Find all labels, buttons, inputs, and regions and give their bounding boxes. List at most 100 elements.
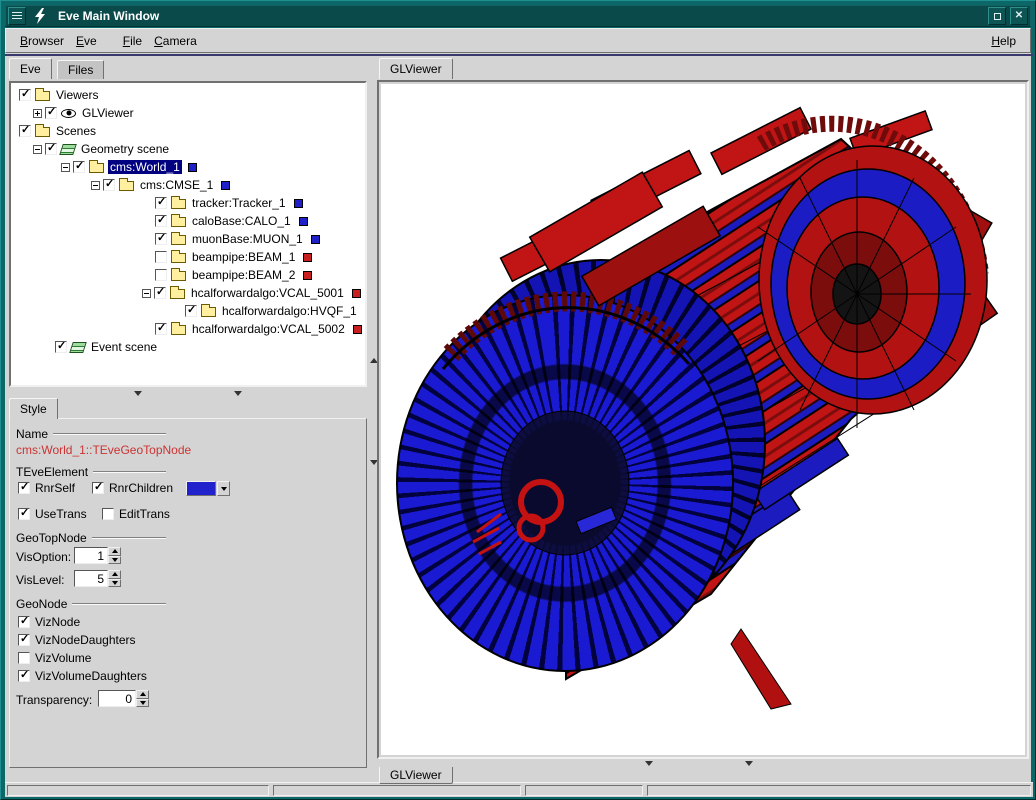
tree-label[interactable]: tracker:Tracker_1 xyxy=(190,196,288,210)
viznode-checkbox[interactable]: VizNode xyxy=(18,615,80,629)
tree-checkbox[interactable] xyxy=(45,107,57,119)
tree-label[interactable]: cms:World_1 xyxy=(108,160,182,174)
checkbox-icon[interactable] xyxy=(18,482,30,494)
tree-label[interactable]: beampipe:BEAM_1 xyxy=(190,250,297,264)
tab-files[interactable]: Files xyxy=(57,60,104,79)
vizvolumedaughters-checkbox[interactable]: VizVolumeDaughters xyxy=(18,669,147,683)
spin-down-button[interactable] xyxy=(136,699,149,708)
tab-glviewer[interactable]: GLViewer xyxy=(379,58,453,79)
vislevel-field[interactable]: 5 xyxy=(74,570,108,587)
checkbox-icon[interactable] xyxy=(102,508,114,520)
checkbox-icon[interactable] xyxy=(18,670,30,682)
tree-label[interactable]: hcalforwardalgo:VCAL_5002 xyxy=(190,322,347,336)
tree-item-cms-cmse-1[interactable]: cms:CMSE_1 xyxy=(11,176,365,194)
color-swatch[interactable] xyxy=(186,481,216,496)
transparency-field[interactable]: 0 xyxy=(98,690,136,707)
checkbox-icon[interactable] xyxy=(18,508,30,520)
tree-item-viewers[interactable]: Viewers xyxy=(11,86,365,104)
tree-item-calobase-calo-1[interactable]: caloBase:CALO_1 xyxy=(11,212,365,230)
tab-glviewer-bottom[interactable]: GLViewer xyxy=(379,767,453,784)
tree-label[interactable]: caloBase:CALO_1 xyxy=(190,214,293,228)
spin-down-button[interactable] xyxy=(108,556,121,565)
tree-label[interactable]: hcalforwardalgo:HVQF_1 xyxy=(220,304,359,318)
viznodedaughters-checkbox[interactable]: VizNodeDaughters xyxy=(18,633,136,647)
collapse-icon[interactable] xyxy=(91,181,100,190)
tree-checkbox[interactable] xyxy=(155,269,167,281)
window-menu-button[interactable] xyxy=(8,7,26,25)
tree-label[interactable]: Geometry scene xyxy=(79,142,171,156)
tree-item-hcalforwardalgo-hvqf-1[interactable]: hcalforwardalgo:HVQF_1 xyxy=(11,302,365,320)
menu-browser[interactable]: Browser xyxy=(14,32,70,50)
tree-checkbox[interactable] xyxy=(103,179,115,191)
tree-label[interactable]: Event scene xyxy=(89,340,159,354)
menu-camera[interactable]: Camera xyxy=(148,32,203,50)
spin-down-button[interactable] xyxy=(108,579,121,588)
eve-tree[interactable]: Viewers GLViewer Scenes Geometry scene cms:W… xyxy=(9,81,367,387)
tree-item-glviewer[interactable]: GLViewer xyxy=(11,104,365,122)
transparency-stepper[interactable] xyxy=(136,690,149,707)
tab-eve[interactable]: Eve xyxy=(9,58,52,79)
tree-checkbox[interactable] xyxy=(155,215,167,227)
tree-checkbox[interactable] xyxy=(155,251,167,263)
tree-checkbox[interactable] xyxy=(19,89,31,101)
tree-item-hcalforwardalgo-vcal-5002[interactable]: hcalforwardalgo:VCAL_5002 xyxy=(11,320,365,338)
tree-item-cms-world-1[interactable]: cms:World_1 xyxy=(11,158,365,176)
tree-checkbox[interactable] xyxy=(55,341,67,353)
tree-label[interactable]: GLViewer xyxy=(80,106,136,120)
usetrans-checkbox[interactable]: UseTrans xyxy=(18,507,87,521)
tree-checkbox[interactable] xyxy=(154,287,166,299)
gl-canvas[interactable] xyxy=(381,84,1025,755)
tree-item-muonbase-muon-1[interactable]: muonBase:MUON_1 xyxy=(11,230,365,248)
spin-up-button[interactable] xyxy=(136,690,149,699)
iconify-button[interactable] xyxy=(988,7,1006,25)
spin-up-button[interactable] xyxy=(108,570,121,579)
collapse-icon[interactable] xyxy=(142,289,151,298)
spin-up-button[interactable] xyxy=(108,547,121,556)
tree-checkbox[interactable] xyxy=(155,197,167,209)
menu-help[interactable]: Help xyxy=(985,32,1022,50)
menu-file[interactable]: File xyxy=(117,32,148,50)
rnrself-checkbox[interactable]: RnrSelf xyxy=(18,481,75,495)
expand-icon[interactable] xyxy=(33,109,42,118)
viewer-bottom-splitter[interactable] xyxy=(377,759,1029,767)
collapse-icon[interactable] xyxy=(33,145,42,154)
tree-item-tracker-tracker-1[interactable]: tracker:Tracker_1 xyxy=(11,194,365,212)
splitter-arrow-icon[interactable] xyxy=(745,761,753,766)
rnrchildren-checkbox[interactable]: RnrChildren xyxy=(92,481,173,495)
titlebar[interactable]: Eve Main Window ✕ xyxy=(5,5,1031,27)
color-dropdown-button[interactable] xyxy=(217,481,230,496)
tree-label[interactable]: cms:CMSE_1 xyxy=(138,178,215,192)
tree-label[interactable]: beampipe:BEAM_2 xyxy=(190,268,297,282)
tree-label[interactable]: hcalforwardalgo:VCAL_5001 xyxy=(189,286,346,300)
tree-item-beampipe-beam-1[interactable]: beampipe:BEAM_1 xyxy=(11,248,365,266)
tree-checkbox[interactable] xyxy=(19,125,31,137)
tree-item-scenes[interactable]: Scenes xyxy=(11,122,365,140)
collapse-icon[interactable] xyxy=(61,163,70,172)
splitter-arrow-icon[interactable] xyxy=(645,761,653,766)
tab-style[interactable]: Style xyxy=(9,398,58,419)
edittrans-checkbox[interactable]: EditTrans xyxy=(102,507,170,521)
checkbox-icon[interactable] xyxy=(18,634,30,646)
tree-checkbox[interactable] xyxy=(73,161,85,173)
tree-editor-splitter[interactable] xyxy=(9,389,367,397)
checkbox-icon[interactable] xyxy=(18,616,30,628)
tree-checkbox[interactable] xyxy=(155,323,167,335)
visoption-stepper[interactable] xyxy=(108,547,121,564)
close-button[interactable]: ✕ xyxy=(1010,7,1028,25)
splitter-arrow-icon[interactable] xyxy=(234,391,242,396)
tree-item-event-scene[interactable]: Event scene xyxy=(11,338,365,356)
tree-checkbox[interactable] xyxy=(185,305,197,317)
checkbox-icon[interactable] xyxy=(92,482,104,494)
tree-label[interactable]: muonBase:MUON_1 xyxy=(190,232,305,246)
visoption-field[interactable]: 1 xyxy=(74,547,108,564)
tree-checkbox[interactable] xyxy=(155,233,167,245)
tree-checkbox[interactable] xyxy=(45,143,57,155)
menu-eve[interactable]: Eve xyxy=(70,32,103,50)
vislevel-stepper[interactable] xyxy=(108,570,121,587)
tree-item-hcalforwardalgo-vcal-5001[interactable]: hcalforwardalgo:VCAL_5001 xyxy=(11,284,365,302)
tree-item-geometry-scene[interactable]: Geometry scene xyxy=(11,140,365,158)
tree-item-beampipe-beam-2[interactable]: beampipe:BEAM_2 xyxy=(11,266,365,284)
checkbox-icon[interactable] xyxy=(18,652,30,664)
tree-label[interactable]: Scenes xyxy=(54,124,98,138)
splitter-arrow-icon[interactable] xyxy=(134,391,142,396)
